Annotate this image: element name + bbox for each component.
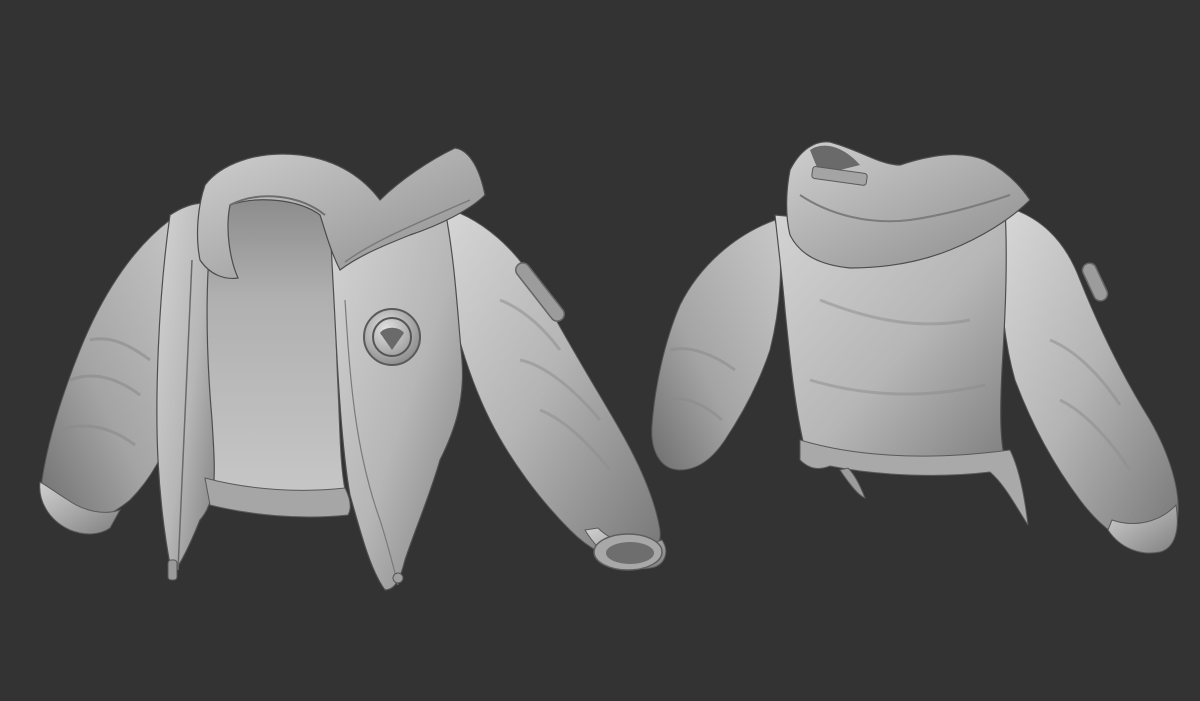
jacket-back-model bbox=[651, 141, 1179, 554]
back-right-sleeve bbox=[999, 204, 1179, 547]
emblem-icon bbox=[363, 308, 421, 366]
snap-button bbox=[392, 572, 404, 584]
jacket-front-model bbox=[39, 147, 667, 591]
zipper-pull bbox=[167, 559, 178, 581]
render-viewport bbox=[0, 0, 1200, 701]
front-right-sleeve bbox=[434, 204, 661, 561]
back-left-sleeve bbox=[651, 219, 781, 471]
render-canvas bbox=[39, 141, 1179, 591]
